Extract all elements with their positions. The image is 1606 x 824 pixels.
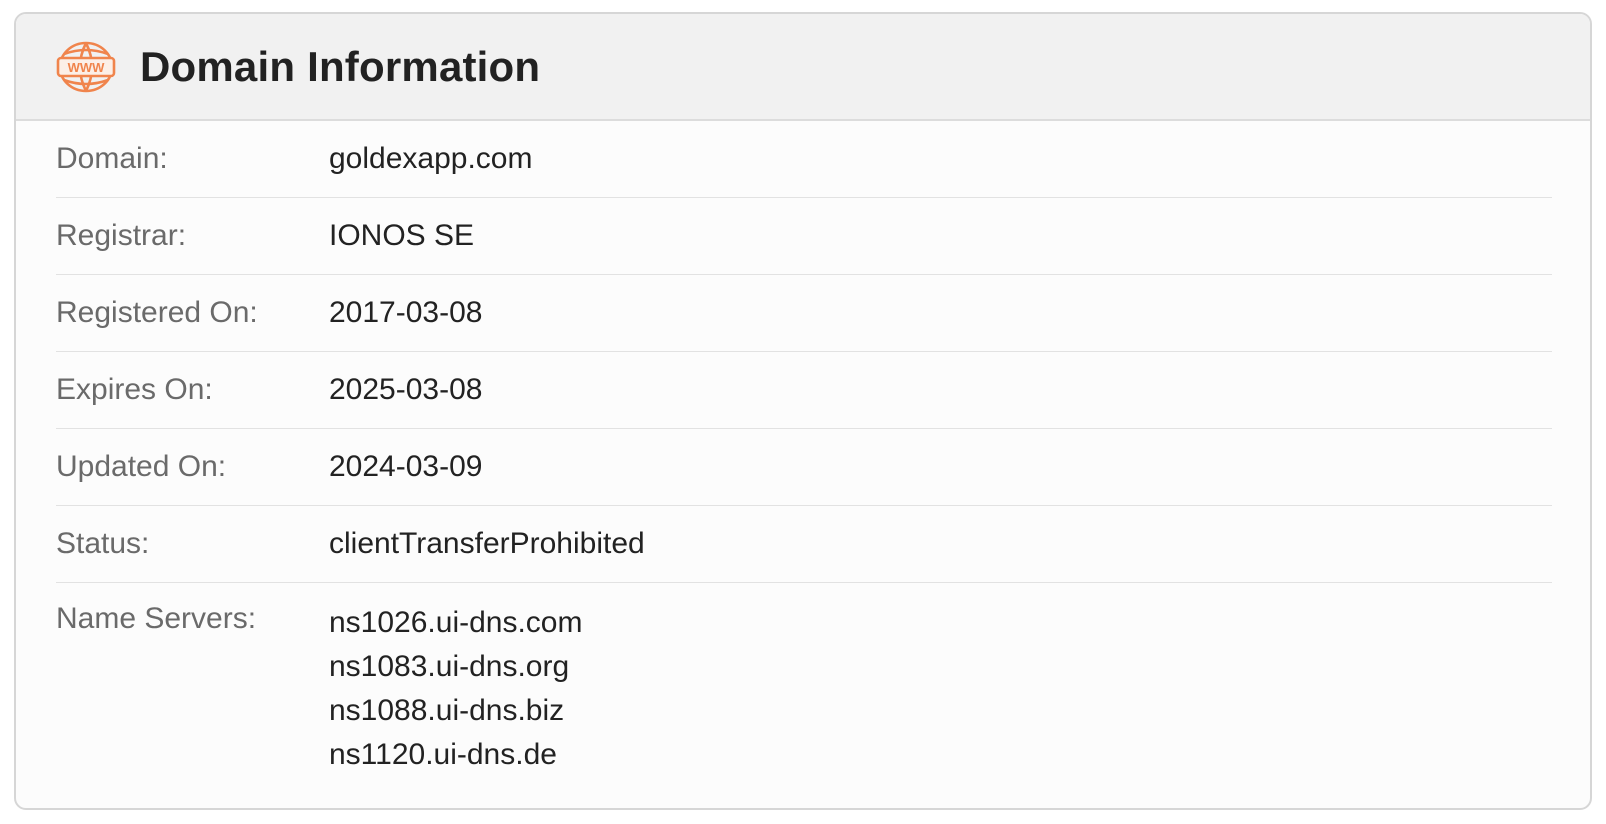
name-servers-list: ns1026.ui-dns.com ns1083.ui-dns.org ns10… xyxy=(329,601,582,777)
updated-on-label: Updated On: xyxy=(56,450,227,483)
status-value: clientTransferProhibited xyxy=(329,527,645,560)
row-name-servers: Name Servers: ns1026.ui-dns.com ns1083.u… xyxy=(56,583,1552,777)
name-server-item: ns1083.ui-dns.org xyxy=(329,650,570,683)
row-domain: Domain: goldexapp.com xyxy=(56,121,1552,198)
card-header: WWW Domain Information xyxy=(16,14,1590,121)
row-registrar: Registrar: IONOS SE xyxy=(56,198,1552,275)
updated-on-value: 2024-03-09 xyxy=(329,450,483,483)
name-server-item: ns1120.ui-dns.de xyxy=(329,738,557,771)
expires-on-label: Expires On: xyxy=(56,373,213,406)
card-title: Domain Information xyxy=(140,42,541,90)
row-expires-on: Expires On: 2025-03-08 xyxy=(56,352,1552,429)
domain-label: Domain: xyxy=(56,142,168,175)
domain-value: goldexapp.com xyxy=(329,142,533,175)
name-server-item: ns1026.ui-dns.com xyxy=(329,606,583,639)
name-servers-label: Name Servers: xyxy=(56,602,257,635)
domain-info-table: Domain: goldexapp.com Registrar: IONOS S… xyxy=(16,121,1590,777)
status-label: Status: xyxy=(56,527,150,560)
www-globe-icon: WWW xyxy=(56,41,116,92)
registrar-value: IONOS SE xyxy=(329,219,475,252)
row-status: Status: clientTransferProhibited xyxy=(56,506,1552,583)
www-icon-text: WWW xyxy=(68,60,106,75)
registrar-label: Registrar: xyxy=(56,219,187,252)
name-server-item: ns1088.ui-dns.biz xyxy=(329,694,565,727)
domain-information-card: WWW Domain Information Domain: goldexapp… xyxy=(14,12,1592,810)
row-registered-on: Registered On: 2017-03-08 xyxy=(56,275,1552,352)
row-updated-on: Updated On: 2024-03-09 xyxy=(56,429,1552,506)
expires-on-value: 2025-03-08 xyxy=(329,373,483,406)
registered-on-value: 2017-03-08 xyxy=(329,296,483,329)
registered-on-label: Registered On: xyxy=(56,296,258,329)
